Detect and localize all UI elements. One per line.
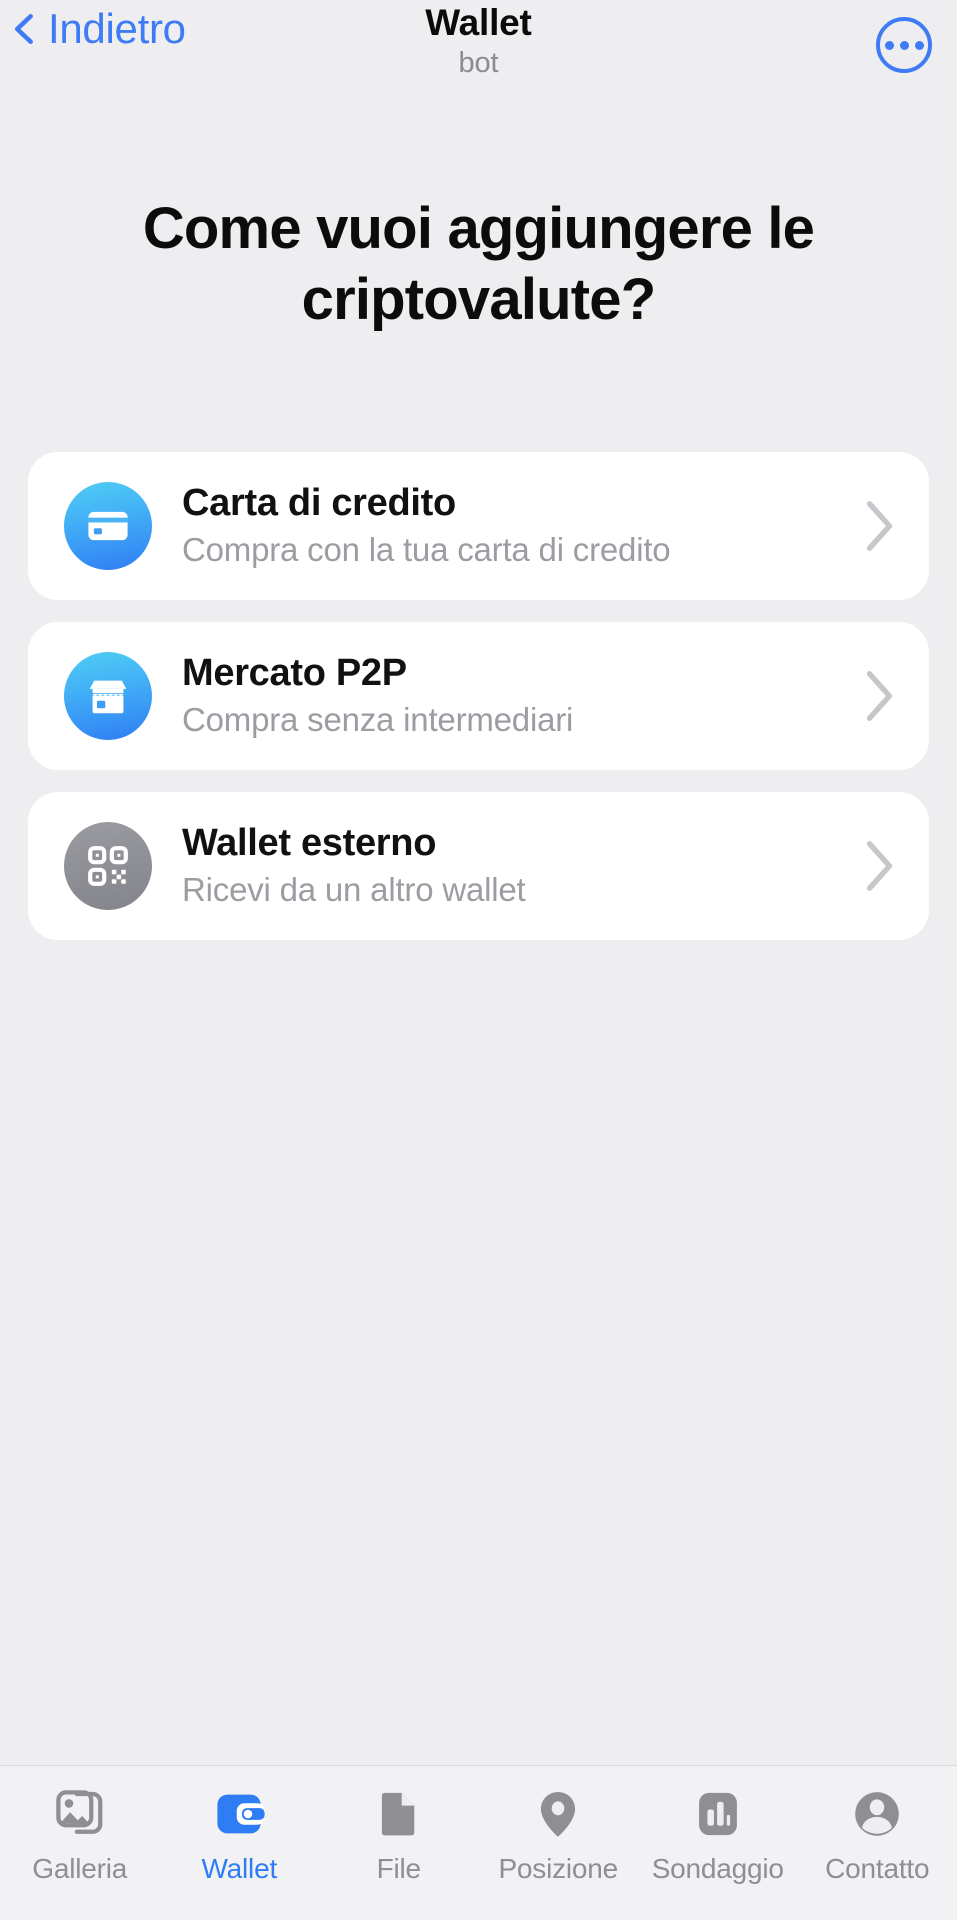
storefront-icon bbox=[64, 651, 152, 740]
tab-posizione[interactable]: Posizione bbox=[479, 1784, 639, 1885]
tab-label: Contatto bbox=[825, 1853, 930, 1884]
option-subtitle: Compra con la tua carta di credito bbox=[182, 530, 671, 568]
page-title: Wallet bbox=[425, 2, 532, 43]
main-content: Come vuoi aggiungere le criptovalute? Ca… bbox=[0, 104, 957, 1765]
option-card-wallet-esterno[interactable]: Wallet esterno Ricevi da un altro wallet bbox=[28, 791, 929, 940]
chevron-right-icon bbox=[866, 840, 893, 891]
option-text: Carta di credito Compra con la tua carta… bbox=[182, 482, 847, 569]
contact-person-icon bbox=[850, 1784, 904, 1844]
credit-card-icon bbox=[64, 481, 152, 570]
more-dot bbox=[899, 40, 909, 50]
tab-label: Galleria bbox=[32, 1853, 128, 1884]
tab-label: Posizione bbox=[498, 1853, 619, 1884]
navigation-bar: Indietro Wallet bot bbox=[0, 0, 957, 104]
back-button-label: Indietro bbox=[48, 5, 186, 52]
location-pin-icon bbox=[531, 1784, 585, 1844]
photos-icon bbox=[53, 1784, 107, 1844]
back-button[interactable]: Indietro bbox=[8, 8, 186, 50]
more-dot bbox=[884, 40, 894, 50]
navbar-titles: Wallet bot bbox=[425, 2, 532, 79]
options-list: Carta di credito Compra con la tua carta… bbox=[28, 451, 929, 940]
tab-galleria[interactable]: Galleria bbox=[0, 1784, 160, 1885]
app-screen: Indietro Wallet bot Come vuoi aggiungere… bbox=[0, 0, 957, 1920]
option-card-mercato-p2p[interactable]: Mercato P2P Compra senza intermediari bbox=[28, 621, 929, 770]
tab-label: Sondaggio bbox=[651, 1853, 784, 1884]
qr-code-icon bbox=[64, 821, 152, 910]
tab-sondaggio[interactable]: Sondaggio bbox=[638, 1784, 798, 1885]
tab-wallet[interactable]: Wallet bbox=[160, 1784, 320, 1885]
more-circle-icon[interactable] bbox=[876, 17, 932, 73]
wallet-icon bbox=[212, 1784, 266, 1844]
option-card-carta-di-credito[interactable]: Carta di credito Compra con la tua carta… bbox=[28, 451, 929, 600]
option-text: Wallet esterno Ricevi da un altro wallet bbox=[182, 822, 847, 909]
tab-label: Wallet bbox=[201, 1853, 278, 1884]
option-subtitle: Ricevi da un altro wallet bbox=[182, 870, 526, 908]
page-subtitle: bot bbox=[458, 46, 499, 79]
option-title: Mercato P2P bbox=[182, 652, 407, 695]
option-title: Wallet esterno bbox=[182, 822, 437, 865]
tab-contatto[interactable]: Contatto bbox=[798, 1784, 957, 1885]
more-dot bbox=[914, 40, 924, 50]
chevron-right-icon bbox=[866, 500, 893, 551]
option-title: Carta di credito bbox=[182, 482, 456, 525]
file-icon bbox=[372, 1784, 426, 1844]
option-subtitle: Compra senza intermediari bbox=[182, 700, 574, 738]
option-text: Mercato P2P Compra senza intermediari bbox=[182, 652, 847, 739]
poll-bars-icon bbox=[691, 1784, 745, 1844]
tab-label: File bbox=[376, 1853, 422, 1884]
chevron-right-icon bbox=[866, 670, 893, 721]
chevron-left-icon bbox=[14, 13, 33, 45]
attachment-tab-bar: Galleria Wallet File Posizione Sondaggio… bbox=[0, 1765, 957, 1920]
tab-file[interactable]: File bbox=[319, 1784, 479, 1885]
headline: Come vuoi aggiungere le criptovalute? bbox=[142, 196, 815, 332]
